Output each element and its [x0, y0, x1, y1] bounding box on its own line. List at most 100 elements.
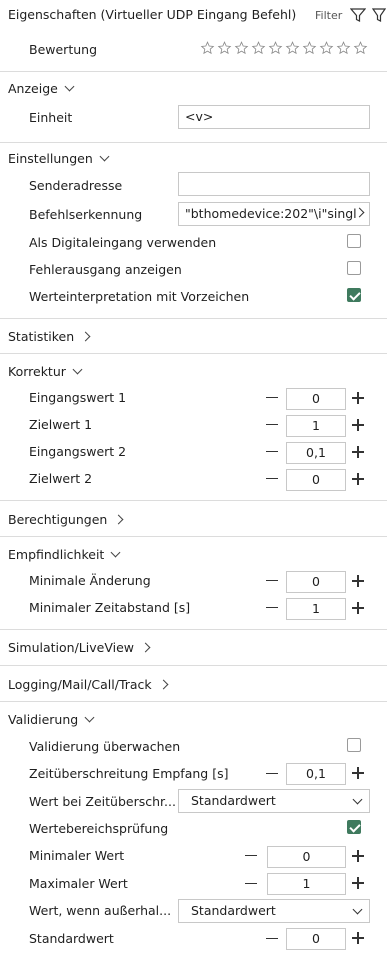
- chevron-down-icon: [352, 904, 363, 915]
- validierung-ueberwachen-checkbox[interactable]: [347, 738, 361, 752]
- min-wert-label: Minimaler Wert: [29, 848, 125, 863]
- validierung-ueberwachen-label: Validierung überwachen: [29, 739, 181, 754]
- section-berechtigungen-label: Berechtigungen: [8, 512, 108, 527]
- increment-button[interactable]: [352, 767, 364, 779]
- section-statistiken-label: Statistiken: [8, 329, 75, 344]
- clear-filter-icon[interactable]: [372, 7, 386, 23]
- section-statistiken[interactable]: Statistiken: [8, 329, 91, 344]
- rating-stars[interactable]: [199, 41, 369, 58]
- divider: [0, 629, 387, 630]
- max-wert-label: Maximaler Wert: [29, 876, 128, 891]
- wert-zeitueberschreitung-select[interactable]: Standardwert: [178, 789, 370, 813]
- chevron-right-icon: [80, 331, 91, 342]
- divider: [0, 142, 387, 143]
- divider: [0, 536, 387, 537]
- divider: [0, 353, 387, 354]
- ausserhalb-select[interactable]: Standardwert: [178, 899, 370, 923]
- increment-button[interactable]: [352, 473, 364, 485]
- min-wert-input[interactable]: 0: [267, 846, 346, 868]
- wertebereich-label: Wertebereichsprüfung: [29, 821, 169, 836]
- wert-zeitueberschreitung-value: Standardwert: [191, 793, 276, 808]
- section-berechtigungen[interactable]: Berechtigungen: [8, 512, 124, 527]
- chevron-down-icon: [72, 364, 83, 375]
- digitaleingang-checkbox[interactable]: [347, 234, 361, 248]
- zielwert2-input[interactable]: 0: [286, 469, 346, 491]
- increment-button[interactable]: [352, 877, 364, 889]
- rating-label: Bewertung: [29, 42, 97, 57]
- section-empfindlichkeit-label: Empfindlichkeit: [8, 547, 105, 562]
- section-logging[interactable]: Logging/Mail/Call/Track: [8, 677, 169, 692]
- chevron-right-icon: [158, 679, 169, 690]
- zeitueberschreitung-input[interactable]: 0,1: [286, 763, 346, 785]
- eingangswert1-input[interactable]: 0: [286, 388, 346, 410]
- star-icon[interactable]: [284, 41, 301, 55]
- standardwert-input[interactable]: 0: [286, 928, 346, 950]
- eingangswert1-label: Eingangswert 1: [29, 390, 127, 405]
- decrement-button[interactable]: [266, 424, 278, 426]
- min-zeitabstand-label: Minimaler Zeitabstand [s]: [29, 600, 191, 615]
- increment-button[interactable]: [352, 932, 364, 944]
- increment-button[interactable]: [352, 446, 364, 458]
- vorzeichen-label: Werteinterpretation mit Vorzeichen: [29, 289, 250, 304]
- einheit-input[interactable]: <v>: [178, 105, 370, 129]
- increment-button[interactable]: [352, 392, 364, 404]
- star-icon[interactable]: [352, 41, 369, 55]
- decrement-button[interactable]: [266, 938, 278, 940]
- chevron-down-icon: [84, 712, 95, 723]
- section-einstellungen[interactable]: Einstellungen: [8, 151, 110, 166]
- section-anzeige[interactable]: Anzeige: [8, 81, 75, 96]
- fehlerausgang-checkbox[interactable]: [347, 261, 361, 275]
- min-zeitabstand-input[interactable]: 1: [286, 598, 346, 620]
- min-aenderung-input[interactable]: 0: [286, 571, 346, 593]
- divider: [0, 701, 387, 702]
- eingangswert2-input[interactable]: 0,1: [286, 442, 346, 464]
- star-icon[interactable]: [199, 41, 216, 55]
- section-validierung[interactable]: Validierung: [8, 712, 95, 727]
- digitaleingang-label: Als Digitaleingang verwenden: [29, 235, 217, 250]
- star-icon[interactable]: [301, 41, 318, 55]
- senderadresse-input[interactable]: [178, 172, 370, 196]
- decrement-button[interactable]: [266, 607, 278, 609]
- section-korrektur[interactable]: Korrektur: [8, 364, 83, 379]
- decrement-button[interactable]: [266, 451, 278, 453]
- panel-title: Eigenschaften (Virtueller UDP Eingang Be…: [8, 7, 297, 22]
- star-icon[interactable]: [335, 41, 352, 55]
- increment-button[interactable]: [352, 575, 364, 587]
- decrement-button[interactable]: [266, 397, 278, 399]
- wertebereich-checkbox[interactable]: [347, 820, 361, 834]
- chevron-down-icon: [352, 794, 363, 805]
- increment-button[interactable]: [352, 419, 364, 431]
- star-icon[interactable]: [233, 41, 250, 55]
- star-icon[interactable]: [267, 41, 284, 55]
- ausserhalb-label: Wert, wenn außerhal...: [29, 903, 172, 918]
- min-aenderung-label: Minimale Änderung: [29, 573, 151, 588]
- ausserhalb-value: Standardwert: [191, 903, 276, 918]
- decrement-button[interactable]: [266, 773, 278, 775]
- max-wert-input[interactable]: 1: [267, 873, 346, 895]
- zielwert2-label: Zielwert 2: [29, 471, 93, 486]
- zeitueberschreitung-label: Zeitüberschreitung Empfang [s]: [29, 766, 229, 781]
- decrement-button[interactable]: [266, 478, 278, 480]
- decrement-button[interactable]: [266, 580, 278, 582]
- vorzeichen-checkbox[interactable]: [347, 288, 361, 302]
- standardwert-label: Standardwert: [29, 931, 114, 946]
- section-korrektur-label: Korrektur: [8, 364, 66, 379]
- befehlserkennung-input[interactable]: "bthomedevice:202"\i"singl: [178, 202, 370, 226]
- chevron-down-icon: [110, 547, 121, 558]
- decrement-button[interactable]: [245, 883, 257, 885]
- section-simulation[interactable]: Simulation/LiveView: [8, 640, 151, 655]
- divider: [0, 71, 387, 72]
- star-icon[interactable]: [250, 41, 267, 55]
- increment-button[interactable]: [352, 850, 364, 862]
- filter-icon[interactable]: [350, 7, 366, 23]
- zielwert1-input[interactable]: 1: [286, 415, 346, 437]
- increment-button[interactable]: [352, 602, 364, 614]
- star-icon[interactable]: [318, 41, 335, 55]
- eingangswert2-label: Eingangswert 2: [29, 444, 127, 459]
- section-einstellungen-label: Einstellungen: [8, 151, 93, 166]
- decrement-button[interactable]: [245, 855, 257, 857]
- star-icon[interactable]: [216, 41, 233, 55]
- section-empfindlichkeit[interactable]: Empfindlichkeit: [8, 547, 121, 562]
- divider: [0, 318, 387, 319]
- wert-zeitueberschreitung-label: Wert bei Zeitüberschr...: [29, 794, 176, 809]
